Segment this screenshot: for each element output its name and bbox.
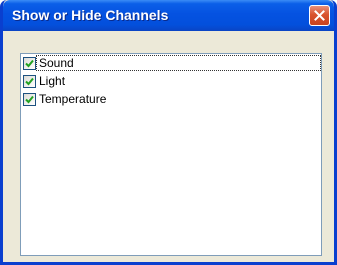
temperature-checkbox[interactable] xyxy=(23,93,36,106)
list-item-temperature[interactable]: Temperature xyxy=(21,90,321,108)
check-mark-icon xyxy=(25,59,34,68)
dialog-window: Show or Hide Channels Sound Light Temper… xyxy=(0,0,337,265)
check-mark-icon xyxy=(25,95,34,104)
close-icon xyxy=(314,10,325,21)
check-mark-icon xyxy=(25,77,34,86)
window-title: Show or Hide Channels xyxy=(12,7,169,23)
list-item-label: Light xyxy=(39,74,66,88)
list-item-light[interactable]: Light xyxy=(21,72,321,90)
title-bar[interactable]: Show or Hide Channels xyxy=(3,0,334,31)
light-checkbox[interactable] xyxy=(23,75,36,88)
list-item-label: Sound xyxy=(39,56,74,70)
list-item-sound[interactable]: Sound xyxy=(21,54,321,72)
close-button[interactable] xyxy=(309,5,330,26)
list-item-label: Temperature xyxy=(39,92,107,106)
sound-checkbox[interactable] xyxy=(23,57,36,70)
channel-list[interactable]: Sound Light Temperature xyxy=(20,53,322,256)
